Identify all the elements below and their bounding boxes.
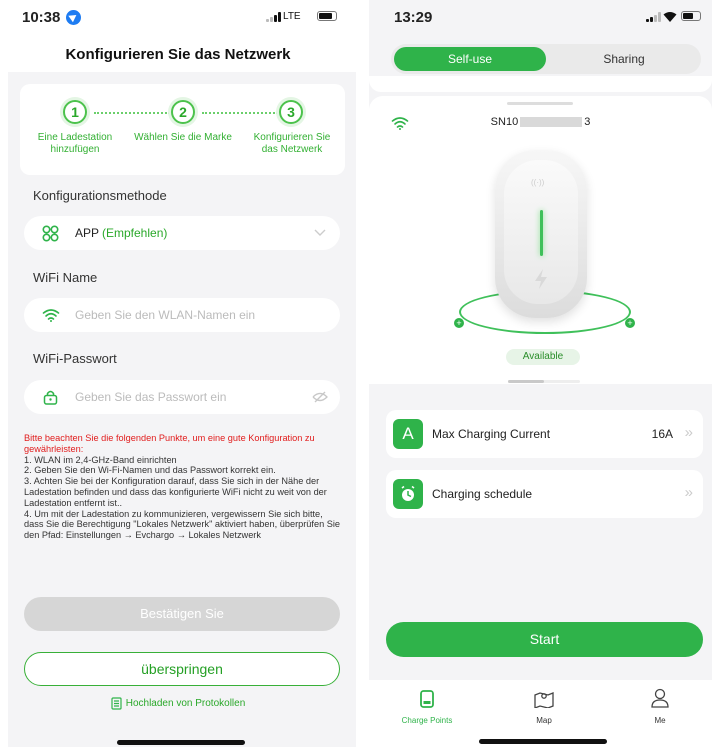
wifi-icon — [42, 309, 60, 322]
status-time: 13:29 — [394, 9, 433, 26]
network-label: LTE — [283, 11, 301, 22]
step-connector — [202, 112, 278, 114]
signal-icon — [266, 12, 281, 22]
wifi-name-placeholder: Geben Sie den WLAN-Namen ein — [75, 308, 256, 322]
config-method-value: APP — [75, 226, 100, 240]
self-use-tab[interactable]: Self-use — [394, 47, 546, 71]
notice-item: 4. Um mit der Ladestation zu kommunizier… — [24, 508, 341, 541]
left-screen: 10:38 LTE Konfigurieren Sie das Netzwerk… — [0, 0, 356, 747]
tab-label: Me — [654, 716, 666, 725]
step-1-indicator: 1 — [63, 100, 87, 124]
notice-item: 3. Achten Sie bei der Konfiguration dara… — [24, 476, 327, 508]
wifi-password-input[interactable]: Geben Sie das Passwort ein — [24, 380, 340, 414]
ring-node-left: + — [454, 318, 464, 328]
step-3-label: Konfigurieren Sie das Netzwerk — [253, 132, 331, 155]
tab-label: Charge Points — [401, 716, 453, 725]
nfc-icon: ((·)) — [531, 178, 545, 187]
wifi-status-icon — [663, 12, 677, 22]
recommend-tag: (Empfehlen) — [102, 226, 168, 240]
config-method-label: Konfigurationsmethode — [33, 188, 167, 203]
step-connector — [94, 112, 170, 114]
tab-me[interactable]: Me — [620, 688, 700, 725]
lightning-icon — [535, 269, 547, 289]
drag-handle[interactable] — [507, 102, 573, 105]
start-button[interactable]: Start — [386, 622, 703, 657]
current-icon: A — [393, 419, 423, 449]
tab-map[interactable]: Map — [504, 690, 584, 725]
tab-label: Map — [536, 716, 552, 725]
row-label: Charging schedule — [432, 487, 533, 501]
step-2-indicator: 2 — [171, 100, 195, 124]
chevron-right-icon: » — [684, 484, 693, 501]
step-3-indicator: 3 — [279, 100, 303, 124]
home-indicator — [479, 739, 607, 744]
page-title: Konfigurieren Sie das Netzwerk — [65, 46, 291, 63]
charger-illustration: ((·)) — [495, 150, 587, 318]
tab-charge-points[interactable]: Charge Points — [387, 690, 467, 725]
wifi-name-input[interactable]: Geben Sie den WLAN-Namen ein — [24, 298, 340, 332]
home-indicator — [117, 740, 245, 745]
ring-node-right: + — [625, 318, 635, 328]
status-badge: Available — [506, 349, 580, 365]
row-value: 16A — [651, 427, 673, 441]
notice-warning: Bitte beachten Sie die folgenden Punkte,… — [24, 433, 315, 454]
toggle-card-bottom — [369, 76, 712, 92]
config-method-select[interactable]: APP (Empfehlen) — [24, 216, 340, 250]
user-icon — [651, 688, 669, 708]
charger-led — [540, 210, 543, 256]
signal-icon — [646, 12, 661, 22]
eye-off-icon[interactable] — [312, 391, 328, 403]
charge-point-icon — [420, 690, 434, 708]
battery-icon — [317, 11, 337, 21]
serial-number: SN10 3 — [490, 116, 591, 128]
row-label: Max Charging Current — [432, 427, 551, 441]
usage-toggle: Self-use Sharing — [391, 44, 701, 74]
right-screen: 13:29 Self-use Sharing SN10 3 ((·)) + + A… — [369, 0, 712, 747]
max-charging-current-row[interactable]: A Max Charging Current 16A » — [386, 410, 703, 458]
step-2-label: Wählen Sie die Marke — [134, 132, 232, 143]
wifi-name-label: WiFi Name — [33, 270, 98, 285]
page-indicator — [508, 380, 580, 383]
clover-icon — [42, 225, 59, 242]
confirm-button[interactable]: Bestätigen Sie — [24, 597, 340, 631]
stepper-card: 1 2 3 Eine Ladestation hinzufügen Wählen… — [20, 84, 345, 175]
serial-redaction — [520, 117, 583, 128]
notice-item: 2. Geben Sie den Wi-Fi-Namen und das Pas… — [24, 465, 276, 476]
chevron-down-icon — [314, 229, 326, 236]
tab-bar: Charge Points Map Me — [369, 680, 712, 747]
upload-logs-link[interactable]: Hochladen von Protokollen — [0, 697, 356, 710]
status-bar: 10:38 LTE — [0, 0, 356, 36]
map-icon — [534, 692, 554, 709]
alarm-clock-icon — [393, 479, 423, 509]
location-icon — [66, 10, 81, 25]
chevron-right-icon: » — [684, 424, 693, 441]
sharing-tab[interactable]: Sharing — [549, 47, 699, 71]
step-1-label: Eine Ladestation hinzufügen — [37, 132, 113, 155]
document-icon — [111, 697, 122, 710]
notice-item: 1. WLAN im 2,4-GHz-Band einrichten — [24, 454, 177, 465]
configuration-notice: Bitte beachten Sie die folgenden Punkte,… — [24, 433, 344, 541]
battery-icon — [681, 11, 701, 21]
status-time: 10:38 — [22, 9, 61, 26]
skip-button[interactable]: überspringen — [24, 652, 340, 686]
wifi-password-label: WiFi-Passwort — [33, 351, 117, 366]
charging-schedule-row[interactable]: Charging schedule » — [386, 470, 703, 518]
lock-icon — [43, 390, 58, 405]
wifi-password-placeholder: Geben Sie das Passwort ein — [75, 390, 227, 404]
